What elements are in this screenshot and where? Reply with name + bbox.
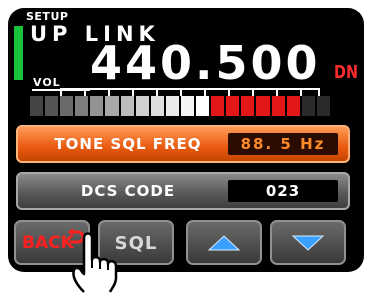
meter-segment xyxy=(165,96,179,116)
meter-segment xyxy=(180,96,195,116)
meter-segment xyxy=(196,96,210,116)
meter-segment xyxy=(120,96,134,116)
down-arrow-icon xyxy=(291,235,325,251)
meter-segment xyxy=(60,96,74,116)
meter-segment xyxy=(301,96,315,116)
volume-label: VOL xyxy=(33,76,61,89)
tone-sql-freq-row[interactable]: TONE SQL FREQ 88. 5 Hz xyxy=(16,125,350,163)
pointing-hand-icon xyxy=(72,232,118,293)
meter-segment xyxy=(256,96,270,116)
meter-segment xyxy=(226,96,240,116)
meter-segment xyxy=(45,96,59,116)
tone-sql-freq-value: 88. 5 Hz xyxy=(228,133,338,155)
meter-segment xyxy=(316,96,330,116)
meter-segment xyxy=(135,96,149,116)
dcs-code-value: 023 xyxy=(228,180,338,202)
tone-sql-freq-label: TONE SQL FREQ xyxy=(54,135,202,153)
dcs-code-row[interactable]: DCS CODE 023 xyxy=(16,172,350,210)
meter-segment xyxy=(271,96,285,116)
up-arrow-icon xyxy=(207,234,241,250)
meter-segment xyxy=(30,96,44,116)
meter-segment xyxy=(90,96,104,116)
dcs-code-label: DCS CODE xyxy=(80,182,176,200)
meter-segment xyxy=(75,96,89,116)
up-button[interactable] xyxy=(186,220,262,265)
meter-segment xyxy=(150,96,164,116)
down-button[interactable] xyxy=(270,220,346,265)
meter-segment xyxy=(105,96,119,116)
frequency-readout: 440.500 xyxy=(90,36,321,90)
meter-segment xyxy=(241,96,255,116)
signal-meter xyxy=(30,96,330,116)
meter-segment xyxy=(286,96,300,116)
status-indicator-bar xyxy=(14,26,23,80)
meter-segment xyxy=(211,96,225,116)
mode-indicator: DN xyxy=(334,62,359,83)
